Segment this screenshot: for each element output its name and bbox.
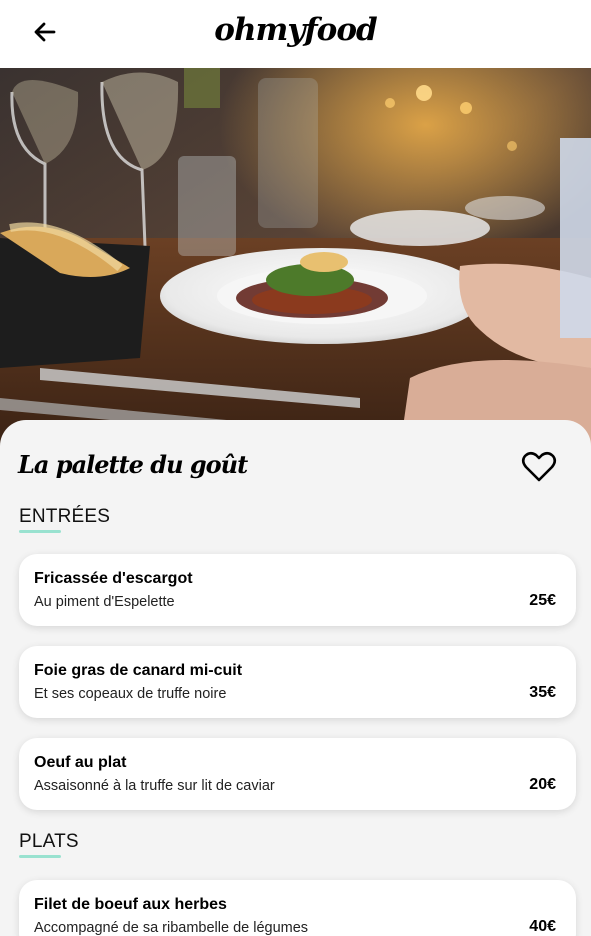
- dish-price: 35€: [529, 684, 556, 701]
- app-header: ohmyfood: [0, 0, 591, 68]
- heart-icon[interactable]: [521, 450, 557, 484]
- dish-name: Oeuf au plat: [34, 754, 127, 771]
- dish-card[interactable]: Foie gras de canard mi-cuit Et ses copea…: [19, 646, 576, 718]
- dish-card[interactable]: Oeuf au plat Assaisonné à la truffe sur …: [19, 738, 576, 810]
- section-underline: [19, 530, 61, 533]
- dish-description: Et ses copeaux de truffe noire: [34, 686, 227, 702]
- restaurant-name: La palette du goût: [18, 450, 248, 479]
- dish-card[interactable]: Fricassée d'escargot Au piment d'Espelet…: [19, 554, 576, 626]
- app-logo[interactable]: ohmyfood: [0, 12, 591, 48]
- dish-name: Filet de boeuf aux herbes: [34, 896, 227, 913]
- section-underline: [19, 855, 61, 858]
- menu-sheet: La palette du goût ENTRÉES Fricassée d'e…: [0, 420, 591, 936]
- dish-price: 20€: [529, 776, 556, 793]
- dish-price: 40€: [529, 918, 556, 935]
- section-title-plats: PLATS: [19, 831, 79, 852]
- dish-name: Fricassée d'escargot: [34, 570, 193, 587]
- dish-card[interactable]: Filet de boeuf aux herbes Accompagné de …: [19, 880, 576, 936]
- dish-name: Foie gras de canard mi-cuit: [34, 662, 243, 679]
- section-title-entrees: ENTRÉES: [19, 506, 111, 527]
- hero-image: [0, 68, 591, 448]
- dish-price: 25€: [529, 592, 556, 609]
- dish-description: Accompagné de sa ribambelle de légumes: [34, 920, 309, 936]
- dish-description: Assaisonné à la truffe sur lit de caviar: [34, 778, 275, 794]
- dish-description: Au piment d'Espelette: [34, 594, 175, 610]
